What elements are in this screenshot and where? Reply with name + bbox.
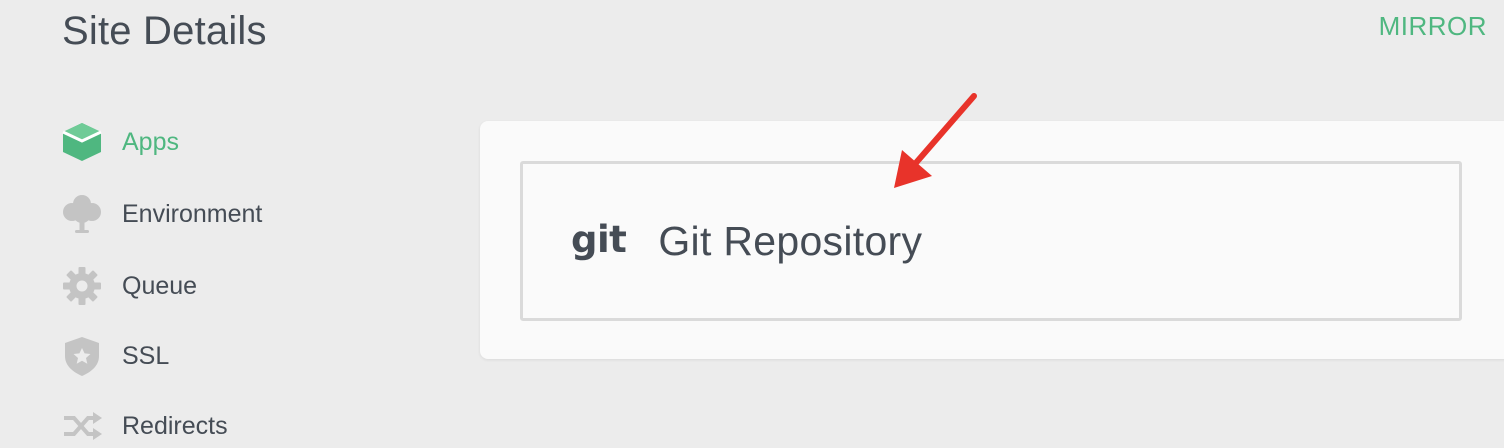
sidebar-item-redirects[interactable]: Redirects: [60, 404, 228, 448]
sidebar-item-queue[interactable]: Queue: [60, 264, 197, 308]
shield-icon: [60, 334, 104, 378]
gear-icon: [60, 264, 104, 308]
mirror-link[interactable]: MIRROR: [1379, 10, 1487, 42]
git-icon: git: [571, 217, 627, 261]
tree-icon: [60, 192, 104, 236]
sidebar-item-label: Queue: [122, 271, 198, 300]
app-source-card: git Git Repository: [480, 121, 1504, 359]
git-repository-label: Git Repository: [658, 217, 923, 264]
sidebar-item-environment[interactable]: Environment: [60, 192, 262, 236]
sidebar-item-apps[interactable]: Apps: [60, 120, 179, 164]
sidebar-item-label: SSL: [122, 341, 170, 370]
git-repository-option[interactable]: git Git Repository: [520, 161, 1462, 321]
cube-icon: [60, 120, 104, 164]
sidebar-item-ssl[interactable]: SSL: [60, 334, 169, 378]
sidebar-item-label: Environment: [122, 199, 263, 228]
sidebar-item-label: Apps: [122, 127, 179, 156]
sidebar-item-label: Redirects: [122, 411, 228, 440]
shuffle-icon: [60, 404, 104, 448]
page-title: Site Details: [62, 9, 267, 53]
